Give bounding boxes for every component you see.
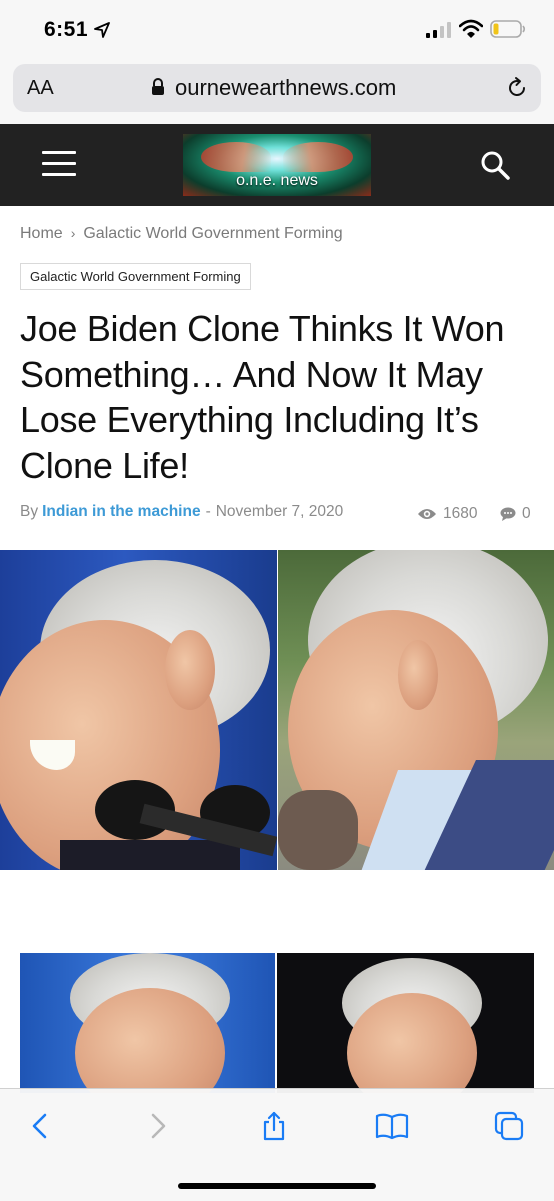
site-logo[interactable]: o.n.e. news xyxy=(183,134,371,196)
article-image-right xyxy=(278,550,554,870)
comment-count-value: 0 xyxy=(522,505,531,522)
by-label: By xyxy=(20,503,39,520)
battery-icon xyxy=(490,20,526,38)
bookmarks-icon[interactable] xyxy=(375,1111,409,1141)
article-image-bottom-right xyxy=(277,953,534,1093)
share-icon[interactable] xyxy=(259,1111,289,1141)
status-time: 6:51 xyxy=(44,18,89,41)
eye-icon xyxy=(418,509,436,519)
tabs-icon[interactable] xyxy=(494,1111,524,1141)
search-icon[interactable] xyxy=(480,150,510,180)
view-count-value: 1680 xyxy=(443,505,478,522)
author-link[interactable]: Indian in the machine xyxy=(42,503,200,520)
wifi-icon xyxy=(459,19,483,38)
breadcrumb-home-link[interactable]: Home xyxy=(20,225,63,242)
comment-count[interactable]: 0 xyxy=(500,505,531,523)
address-bar[interactable]: AA ournewearthnews.com xyxy=(13,64,541,112)
cellular-signal-icon xyxy=(426,22,451,38)
text-size-button[interactable]: AA xyxy=(27,77,54,100)
location-arrow-icon xyxy=(94,22,110,38)
url-text[interactable]: ournewearthnews.com xyxy=(175,75,396,101)
article-image-left xyxy=(0,550,277,870)
site-header: o.n.e. news xyxy=(0,124,554,206)
browser-address-area: AA ournewearthnews.com xyxy=(0,58,554,124)
publish-date: November 7, 2020 xyxy=(215,503,344,520)
status-bar: 6:51 xyxy=(0,0,554,58)
back-icon[interactable] xyxy=(25,1111,55,1141)
article-image-bottom-left xyxy=(20,953,275,1093)
hamburger-menu-icon[interactable] xyxy=(42,151,76,177)
forward-icon[interactable] xyxy=(143,1111,173,1141)
lock-icon xyxy=(152,78,164,95)
home-indicator[interactable] xyxy=(178,1183,376,1189)
logo-text: o.n.e. news xyxy=(236,172,318,189)
breadcrumb-current-link[interactable]: Galactic World Government Forming xyxy=(83,225,342,242)
breadcrumb-separator: › xyxy=(70,225,76,241)
view-count: 1680 xyxy=(417,505,477,523)
breadcrumb: Home › Galactic World Government Forming xyxy=(20,225,343,243)
reload-icon[interactable] xyxy=(505,76,529,100)
comment-bubble-icon xyxy=(500,507,516,521)
category-tag[interactable]: Galactic World Government Forming xyxy=(20,263,251,290)
meta-dash: - xyxy=(205,503,211,520)
article-title: Joe Biden Clone Thinks It Won Something…… xyxy=(20,308,505,486)
